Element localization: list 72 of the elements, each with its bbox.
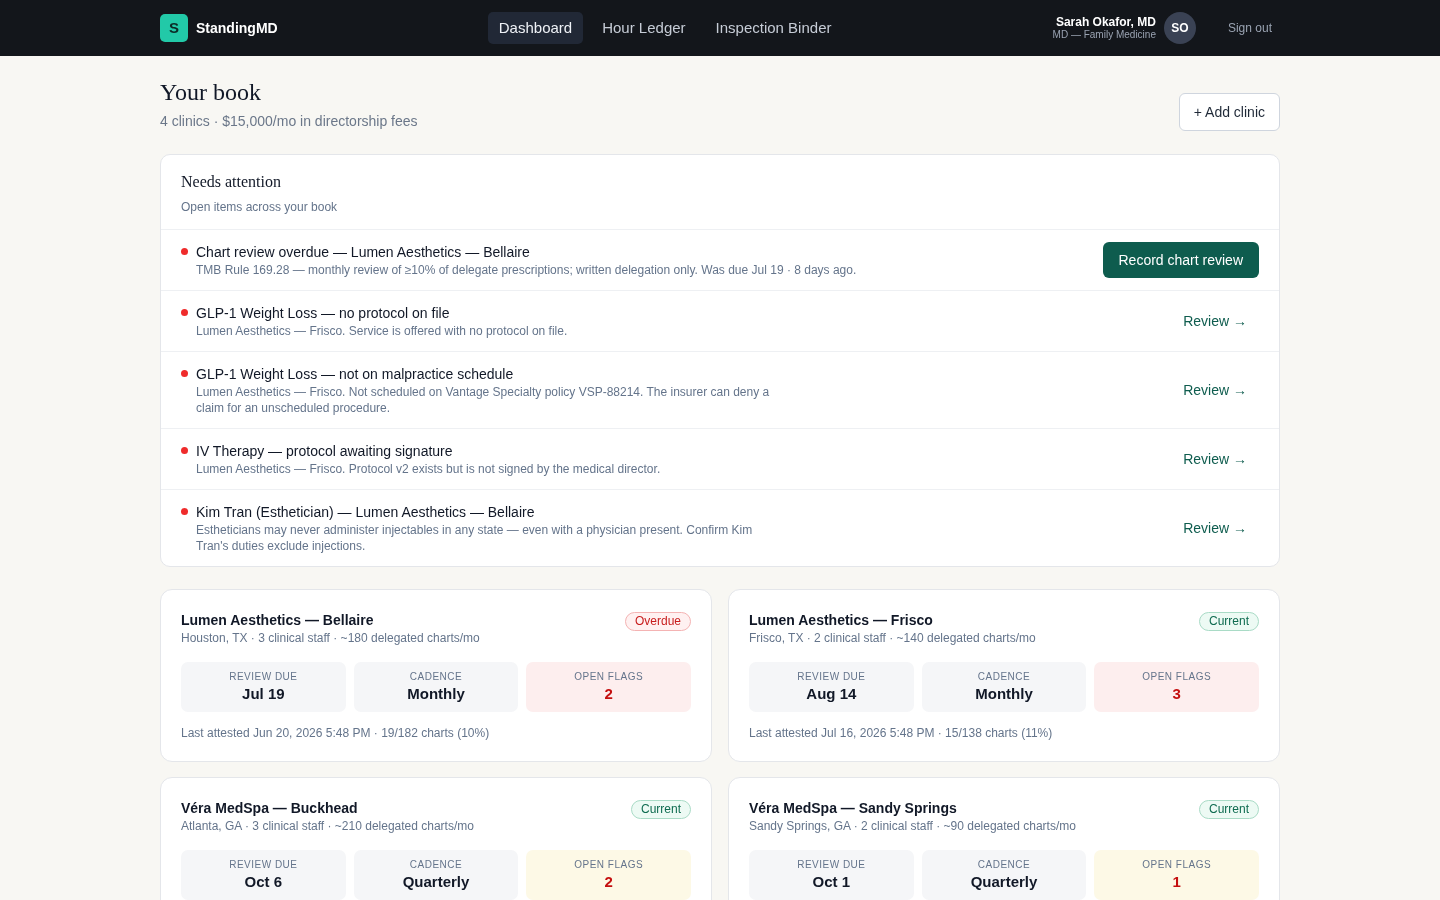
avatar[interactable]: SO <box>1163 12 1196 44</box>
alert-title: Kim Tran (Esthetician) — Lumen Aesthetics — Bellaire <box>196 503 536 522</box>
stat-label: CADENCE <box>976 858 1032 872</box>
clinic-name: Lumen Aesthetics — Bellaire <box>181 611 375 630</box>
alert-dot-icon <box>181 370 188 377</box>
alert-dot-icon <box>181 508 188 515</box>
alert-detail: Lumen Aesthetics — Frisco. Not scheduled on Vantage Specialty policy VSP-88214. The insurer can deny a claim for an unscheduled procedure. <box>196 384 771 416</box>
user-role: MD — Family Medicine <box>1052 29 1156 41</box>
review-link[interactable]: Review → <box>1171 307 1259 335</box>
stat-value: Oct 6 <box>243 872 284 892</box>
nav-tab[interactable]: Hour Ledger <box>591 12 697 44</box>
stat-value: Aug 14 <box>805 684 858 704</box>
stat-value: Quarterly <box>969 872 1039 892</box>
stat-label: REVIEW DUE <box>228 670 299 684</box>
alert-title: GLP-1 Weight Loss — no protocol on file <box>196 304 451 323</box>
stat-label: REVIEW DUE <box>228 858 299 872</box>
stat-label: CADENCE <box>976 670 1032 684</box>
alert-dot-icon <box>181 248 188 255</box>
page-title: Your book <box>160 78 262 107</box>
review-link[interactable]: Review → <box>1171 445 1259 473</box>
stat-label: OPEN FLAGS <box>1141 670 1213 684</box>
alert-detail: Lumen Aesthetics — Frisco. Protocol v2 exists but is not signed by the medical director. <box>196 461 661 477</box>
alert-title: IV Therapy — protocol awaiting signature <box>196 442 454 461</box>
clinic-name: Lumen Aesthetics — Frisco <box>749 611 934 630</box>
stat-label: CADENCE <box>408 858 464 872</box>
clinic-details: Frisco, TX · 2 clinical staff · ~140 delegated charts/mo <box>749 630 1036 646</box>
alert-title: GLP-1 Weight Loss — not on malpractice schedule <box>196 365 515 384</box>
alert-dot-icon <box>181 309 188 316</box>
alert-detail: Lumen Aesthetics — Frisco. Service is offered with no protocol on file. <box>196 323 568 339</box>
attestation-note: Last attested Jun 20, 2026 5:48 PM · 19/182 charts (10%) <box>181 725 491 741</box>
stat-value: 3 <box>1171 684 1182 704</box>
clinic-name: Véra MedSpa — Buckhead <box>181 799 359 818</box>
attestation-note: Last attested Jul 16, 2026 5:48 PM · 15/138 charts (11%) <box>749 725 1054 741</box>
brand-name[interactable]: StandingMD <box>196 17 278 39</box>
status-badge: Current <box>631 800 691 819</box>
panel-subtitle: Open items across your book <box>181 199 339 215</box>
stat-label: OPEN FLAGS <box>1141 858 1213 872</box>
stat-value: 2 <box>603 872 614 892</box>
sign-out-button[interactable]: Sign out <box>1219 15 1280 41</box>
panel-title: Needs attention <box>181 172 282 192</box>
stat-value: Quarterly <box>401 872 471 892</box>
add-clinic-button[interactable]: + Add clinic <box>1178 93 1280 131</box>
clinic-details: Sandy Springs, GA · 2 clinical staff · ~90 delegated charts/mo <box>749 818 1076 834</box>
nav-tab[interactable]: Inspection Binder <box>704 12 843 44</box>
page-subtitle: 4 clinics · $15,000/mo in directorship fees <box>160 112 418 131</box>
review-link[interactable]: Review → <box>1171 514 1259 542</box>
alert-dot-icon <box>181 447 188 454</box>
clinic-details: Houston, TX · 3 clinical staff · ~180 delegated charts/mo <box>181 630 480 646</box>
status-badge: Overdue <box>624 612 691 631</box>
review-link[interactable]: Review → <box>1171 376 1259 404</box>
alert-detail: Estheticians may never administer injectables in any state — even with a physician present. Confirm Kim Tran's duties exclude injections. <box>196 522 754 554</box>
stat-label: OPEN FLAGS <box>573 670 645 684</box>
record-review-button[interactable]: Record chart review <box>1102 242 1259 278</box>
clinic-name: Véra MedSpa — Sandy Springs <box>749 799 958 818</box>
status-badge: Current <box>1199 612 1259 631</box>
stat-value: Monthly <box>406 684 466 704</box>
stat-value: 1 <box>1171 872 1182 892</box>
stat-label: OPEN FLAGS <box>573 858 645 872</box>
stat-value: 2 <box>603 684 614 704</box>
alert-title: Chart review overdue — Lumen Aesthetics — Bellaire <box>196 243 531 262</box>
stat-value: Oct 1 <box>811 872 852 892</box>
user-name: Sarah Okafor, MD <box>1054 15 1156 29</box>
stat-value: Monthly <box>974 684 1034 704</box>
stat-label: REVIEW DUE <box>796 858 867 872</box>
nav-tab[interactable]: Dashboard <box>487 12 584 44</box>
logo-mark[interactable]: S <box>160 14 188 42</box>
clinic-details: Atlanta, GA · 3 clinical staff · ~210 delegated charts/mo <box>181 818 474 834</box>
alert-detail: TMB Rule 169.28 — monthly review of ≥10% of delegate prescriptions; written delegation only. Was due Jul 19 · 8 days ago. <box>196 262 857 278</box>
status-badge: Current <box>1199 800 1259 819</box>
stat-value: Jul 19 <box>241 684 286 704</box>
stat-label: REVIEW DUE <box>796 670 867 684</box>
stat-label: CADENCE <box>408 670 464 684</box>
